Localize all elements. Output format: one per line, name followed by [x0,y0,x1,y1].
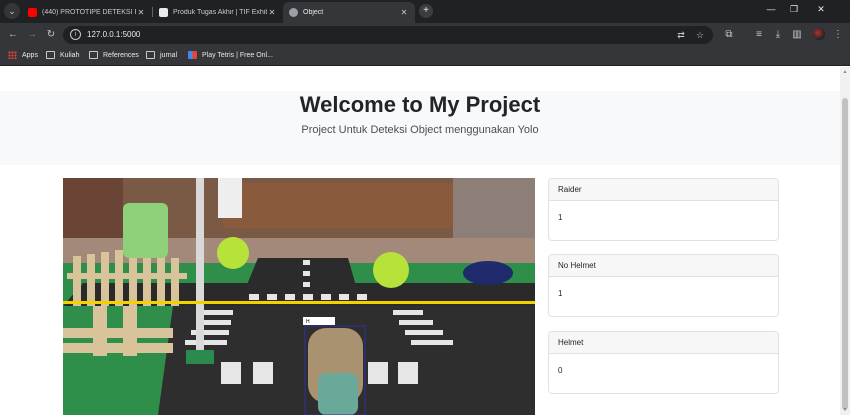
bookmark-label: Kuliah [60,51,80,59]
tab-strip: ⌄ (440) PROTOTIPE DETEKSI PENG ✕ Produk … [0,0,850,23]
bookmark-label: References [103,51,139,59]
youtube-icon [28,8,37,17]
folder-icon [46,51,55,59]
window-close-icon[interactable]: ✕ [814,4,828,15]
bookmark-references[interactable]: References [89,51,139,59]
toy-rider [463,261,513,285]
bookmark-star-icon[interactable]: ☆ [694,29,706,41]
download-icon[interactable]: ⤓ [771,28,785,42]
card-header: Raider [549,179,778,201]
reload-icon[interactable]: ↻ [44,28,58,42]
bush [217,237,249,269]
restore-icon[interactable]: ❐ [787,4,801,15]
cabinet-panel [223,183,453,228]
traffic-sign [218,178,242,218]
close-icon[interactable]: ✕ [136,8,146,17]
extensions-icon[interactable]: ⧉ [722,28,736,42]
tab-title: Produk Tugas Akhir | TIF Exhibi [173,9,267,16]
translate-icon[interactable]: ⇄ [675,29,687,41]
tab-youtube[interactable]: (440) PROTOTIPE DETEKSI PENG ✕ [22,2,152,23]
bookmark-tetris[interactable]: Play Tetris | Free Onl... [188,51,273,59]
bookmarks-bar: Apps Kuliah References jurnal Play Tetri… [0,46,850,66]
tab-object[interactable]: Object ✕ [283,2,415,23]
media-queue-icon[interactable]: ≡ [752,28,766,42]
url-text: 127.0.0.1:5000 [87,30,141,39]
bookmark-label: jurnal [160,51,178,59]
bookmark-label: Apps [22,51,38,59]
detected-scooter [318,373,358,415]
browser-toolbar: ← → ↻ i 127.0.0.1:5000 ⇄ ☆ ⧉ ≡ ⤓ ▥ ⋮ [0,23,850,46]
card-header: Helmet [549,332,778,354]
bookmark-apps[interactable]: Apps [8,51,38,59]
forward-icon[interactable]: → [25,28,39,42]
folder-icon [89,51,98,59]
back-icon[interactable]: ← [6,28,20,42]
card-header: No Helmet [549,255,778,277]
card-value: 1 [558,289,563,298]
bookmark-kuliah[interactable]: Kuliah [46,51,79,59]
hero-section: Welcome to My Project Project Untuk Dete… [0,91,840,165]
tab-search-chevron-icon[interactable]: ⌄ [4,3,20,19]
globe-icon [289,8,298,17]
profile-avatar[interactable] [813,28,825,40]
close-icon[interactable]: ✕ [399,8,409,17]
pole-base [186,350,214,364]
helmet-card: Helmet 0 [548,331,779,394]
no-helmet-card: No Helmet 1 [548,254,779,317]
bbox-label: H [306,319,310,325]
scroll-thumb[interactable] [842,98,848,410]
tab-title: (440) PROTOTIPE DETEKSI PENG [42,9,136,16]
apps-icon [8,51,17,59]
bush [373,252,409,288]
cabinet-panel [63,178,123,238]
close-icon[interactable]: ✕ [267,8,277,17]
scroll-down-icon[interactable]: ▼ [842,407,848,413]
traffic-pole [196,178,204,358]
tree-shape [123,203,168,258]
lane-dashes [303,260,310,287]
page-scrollbar[interactable]: ▲ ▼ [840,67,850,415]
page-subtitle: Project Untuk Deteksi Object menggunakan… [301,124,539,136]
video-feed: H [63,178,535,415]
bookmark-label: Play Tetris | Free Onl... [202,51,273,59]
card-value: 0 [558,366,563,375]
folder-icon [146,51,155,59]
site-info-icon[interactable]: i [70,29,81,40]
card-value: 1 [558,213,563,222]
kebab-menu-icon[interactable]: ⋮ [831,28,845,42]
page-title: Welcome to My Project [299,92,541,117]
raider-card: Raider 1 [548,178,779,241]
bookmark-jurnal[interactable]: jurnal [146,51,177,59]
scroll-up-icon[interactable]: ▲ [842,69,848,75]
tetris-icon [188,51,197,59]
side-panel-icon[interactable]: ▥ [790,28,804,42]
minimize-icon[interactable]: — [764,4,778,14]
address-bar[interactable]: i 127.0.0.1:5000 ⇄ ☆ [63,26,713,44]
tab-title: Object [303,9,324,16]
tab-produk[interactable]: Produk Tugas Akhir | TIF Exhibi ✕ [153,2,283,23]
new-tab-button[interactable]: + [419,4,433,18]
page-icon [159,8,168,17]
page-viewport: Welcome to My Project Project Untuk Dete… [0,67,840,415]
camera-frame-image: H [63,178,535,415]
detection-line [63,301,535,304]
